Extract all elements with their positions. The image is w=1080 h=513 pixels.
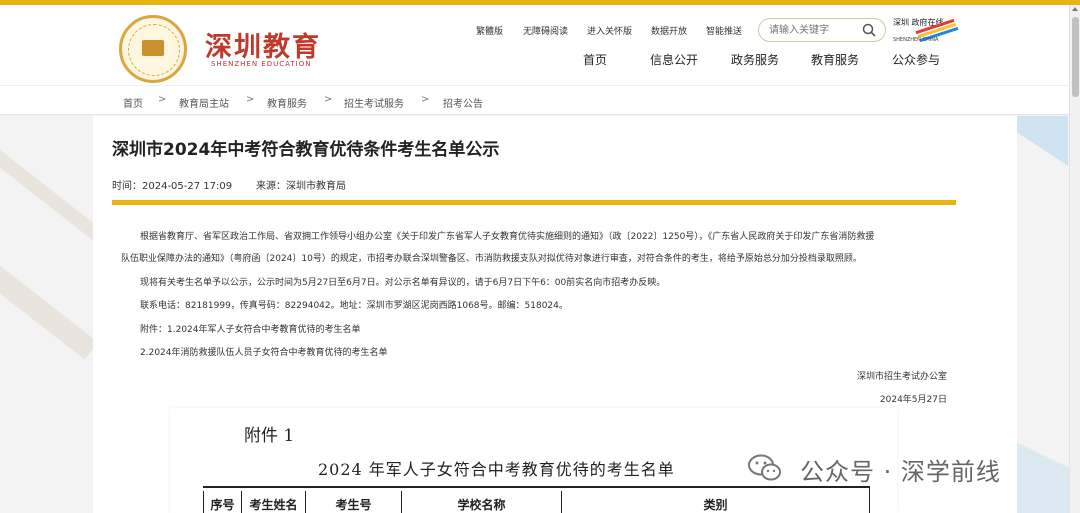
signoff-organization: 深圳市招生考试办公室 <box>856 372 947 382</box>
nav-info-disclosure[interactable]: 信息公开 <box>650 51 698 68</box>
breadcrumb-separator: > <box>246 94 255 105</box>
table-header-school: 学校名称 <box>401 491 561 513</box>
site-header: 深圳教育 SHENZHEN EDUCATION 繁體版 无障碍阅读 进入关怀版 … <box>0 5 1080 85</box>
link-traditional-chinese[interactable]: 繁體版 <box>476 24 503 37</box>
site-subtitle: SHENZHEN EDUCATION <box>211 60 312 68</box>
breadcrumb-education-services[interactable]: 教育服务 <box>267 95 307 110</box>
scrollbar-thumb[interactable] <box>1072 17 1079 97</box>
table-header-category: 类别 <box>561 491 869 513</box>
background-stripe <box>0 250 99 360</box>
watermark-text: 公众号 · 深学前线 <box>800 458 1001 486</box>
china-logo-subtext: SHENZHEN CHINA <box>893 37 939 43</box>
attachment-link-2[interactable]: 2.2024年消防救援队伍人员子女符合中考教育优待的考生名单 <box>140 345 388 358</box>
article-paragraph: 现将有关考生名单予以公示，公示时间为5月27日至6月7日。对公示名单有异议的，请… <box>140 278 666 288</box>
site-title[interactable]: 深圳教育 <box>205 25 321 64</box>
table-header-exam-number: 考生号 <box>305 491 401 513</box>
breadcrumb-exam-services[interactable]: 招生考试服务 <box>344 95 404 110</box>
article-time: 时间：2024-05-27 17:09 <box>112 181 233 192</box>
table-right-border <box>869 488 870 513</box>
nav-government-services[interactable]: 政务服务 <box>731 51 779 68</box>
attachment-label: 附件 1 <box>244 426 295 446</box>
article-paragraph: 根据省教育厅、省军区政治工作局、省双拥工作领导小组办公室《关于印发广东省军人子女… <box>140 232 875 242</box>
page-scrollbar[interactable] <box>1069 5 1080 513</box>
search-box <box>758 18 886 42</box>
breadcrumb-separator: > <box>158 94 167 105</box>
site-logo-emblem[interactable] <box>119 15 187 83</box>
watermark: 公众号 · 深学前线 <box>748 450 1048 490</box>
link-smart-push[interactable]: 智能推送 <box>706 24 742 37</box>
link-open-data[interactable]: 数据开放 <box>651 24 687 37</box>
table-header-name: 考生姓名 <box>241 491 305 513</box>
breadcrumb: 首页 > 教育局主站 > 教育服务 > 招生考试服务 > 招考公告 <box>0 85 1080 115</box>
nav-public-participation[interactable]: 公众参与 <box>892 51 940 68</box>
book-icon <box>142 40 164 56</box>
title-divider <box>112 200 956 205</box>
signoff-date: 2024年5月27日 <box>879 395 947 405</box>
article-title: 深圳市2024年中考符合教育优待条件考生名单公示 <box>112 140 500 160</box>
breadcrumb-main-site[interactable]: 教育局主站 <box>179 95 229 110</box>
nav-education-services[interactable]: 教育服务 <box>811 51 859 68</box>
article-paragraph: 队伍职业保障办法的通知》（粤府函〔2024〕10号）的规定，市招考办联合深圳警备… <box>121 254 862 264</box>
nav-home[interactable]: 首页 <box>583 51 607 68</box>
breadcrumb-separator: > <box>421 94 430 105</box>
article-source: 来源：深圳市教育局 <box>256 181 346 192</box>
article-paragraph: 联系电话：82181999，传真号码：82294042。地址：深圳市罗湖区泥岗西… <box>140 301 568 311</box>
search-input[interactable] <box>769 22 859 38</box>
search-icon[interactable] <box>862 23 876 37</box>
breadcrumb-home[interactable]: 首页 <box>123 95 143 110</box>
link-care-mode[interactable]: 进入关怀版 <box>587 24 632 37</box>
attachment-link-1[interactable]: 附件：1.2024年军人子女符合中考教育优待的考生名单 <box>140 322 361 335</box>
scroll-up-arrow-icon[interactable] <box>1072 7 1078 11</box>
link-accessible-reading[interactable]: 无障碍阅读 <box>523 24 568 37</box>
shenzhen-china-logo[interactable]: 深圳 政府在线 SHENZHEN CHINA <box>893 17 959 47</box>
table-header-index: 序号 <box>203 491 241 513</box>
attachment-title: 2024 年军人子女符合中考教育优待的考生名单 <box>318 460 675 479</box>
breadcrumb-separator: > <box>324 94 333 105</box>
breadcrumb-exam-notices[interactable]: 招考公告 <box>443 95 483 110</box>
wechat-icon <box>748 454 781 481</box>
